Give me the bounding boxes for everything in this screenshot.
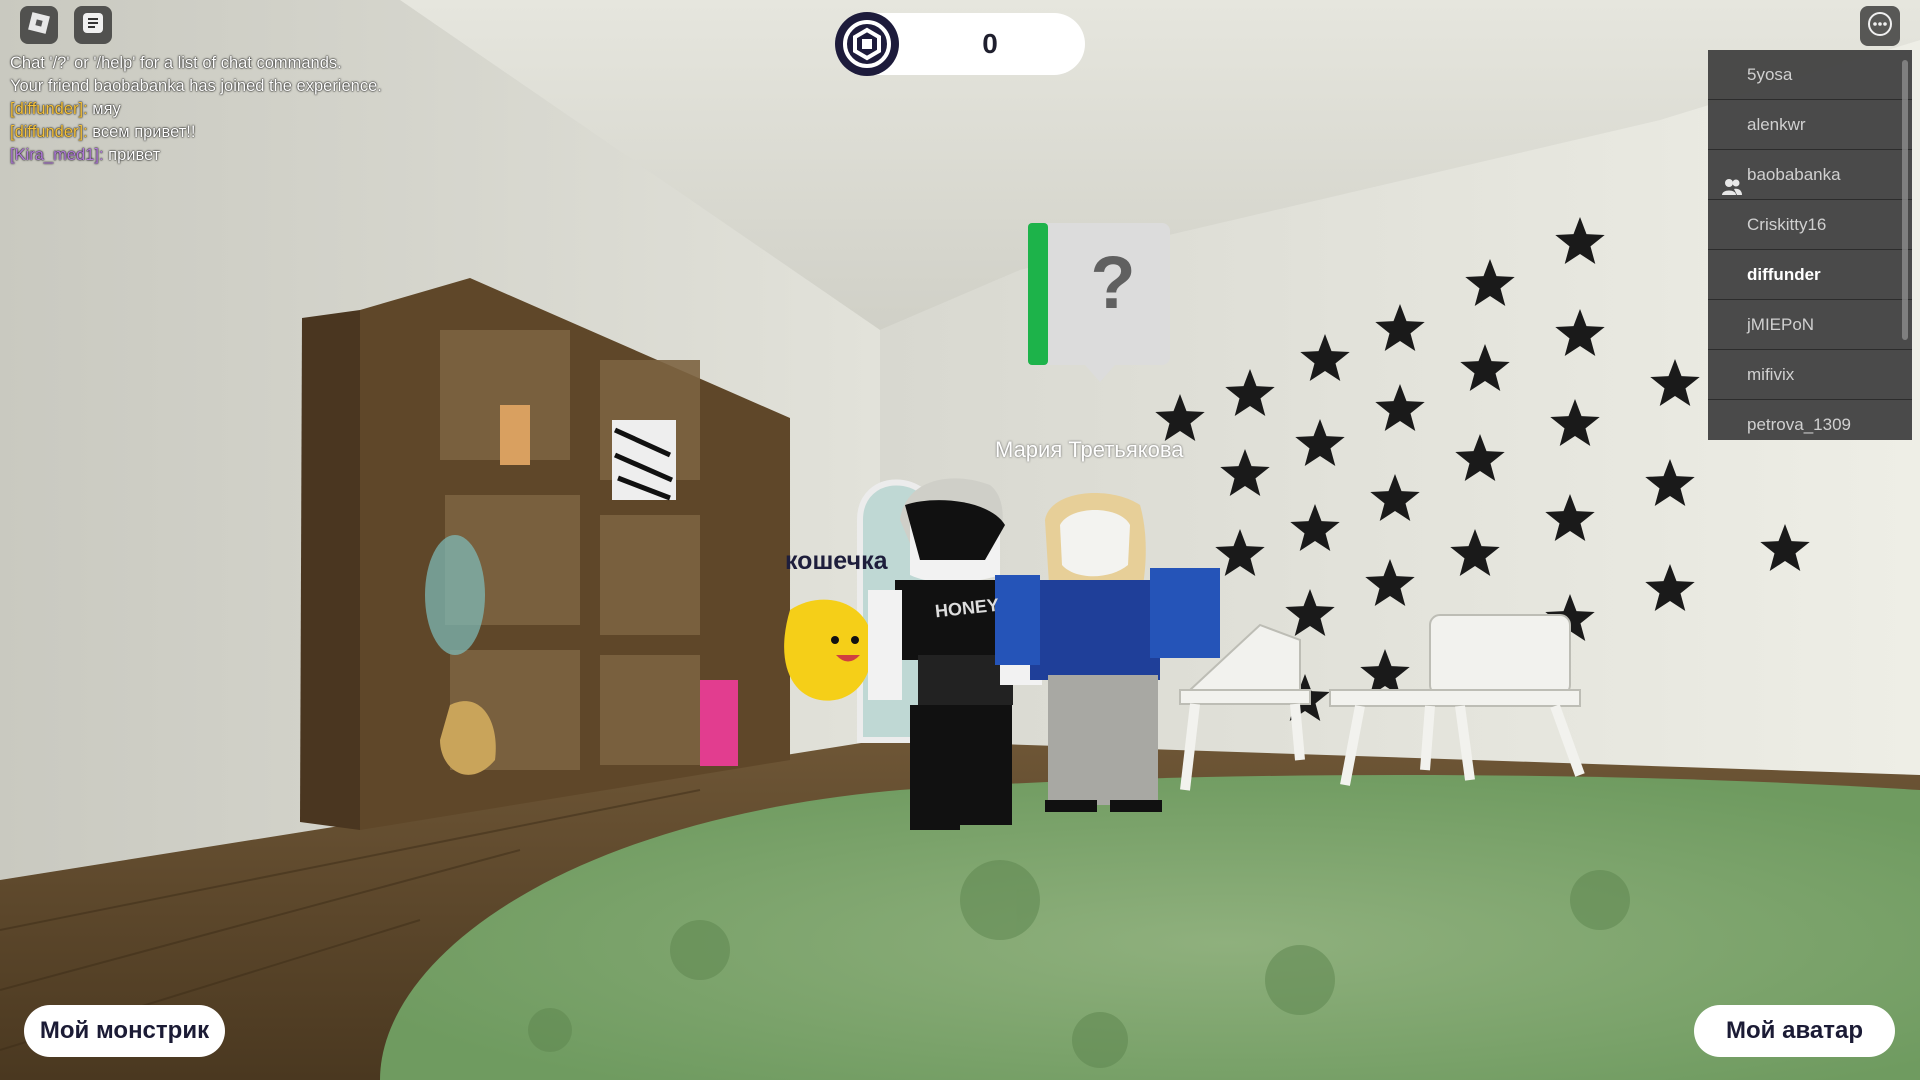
chat-text: привет <box>108 146 161 164</box>
chat-icon <box>80 10 106 40</box>
roblox-menu-button[interactable] <box>20 6 58 44</box>
player-row[interactable]: jMIEPoN <box>1708 300 1912 350</box>
player-name: petrova_1309 <box>1747 415 1851 434</box>
chat-text: мяу <box>92 100 121 118</box>
chat-text: всем привет!! <box>92 123 196 141</box>
player-name: diffunder <box>1747 265 1821 284</box>
player-row[interactable]: Criskitty16 <box>1708 200 1912 250</box>
chat-username[interactable]: [Kira_med1]: <box>10 146 104 164</box>
player-row[interactable]: baobabanka <box>1708 150 1912 200</box>
chat-system-line: Your friend baobabanka has joined the ex… <box>10 77 382 95</box>
nametag-koshechka: кошечка <box>785 547 888 575</box>
player-name: 5yosa <box>1747 65 1793 84</box>
player-list-scrollbar[interactable] <box>1902 60 1908 340</box>
my-monster-button[interactable]: Мой монстрик <box>24 1005 225 1057</box>
chat-toggle-button[interactable] <box>74 6 112 44</box>
more-options-icon <box>1866 10 1894 42</box>
player-name: Criskitty16 <box>1747 215 1827 234</box>
more-options-button[interactable] <box>1860 6 1900 46</box>
player-name: jMIEPoN <box>1747 315 1815 334</box>
currency-display[interactable]: 0 <box>835 12 1085 76</box>
player-row[interactable]: 5yosa <box>1708 50 1912 100</box>
player-list[interactable]: 5yosa alenkwr baobabanka Criskitty16 diffund… <box>1708 50 1912 440</box>
chat-log: Chat '/?' or '/help' for a list of chat … <box>10 52 570 167</box>
player-name: alenkwr <box>1747 115 1806 134</box>
robux-icon <box>835 12 899 76</box>
chat-username[interactable]: [diffunder]: <box>10 100 88 118</box>
roblox-logo-icon <box>26 10 52 40</box>
player-row[interactable]: alenkwr <box>1708 100 1912 150</box>
quest-marker-question-mark: ? <box>1090 241 1136 324</box>
chat-system-line: Chat '/?' or '/help' for a list of chat … <box>10 54 342 72</box>
player-name: mifivix <box>1747 365 1795 384</box>
nametag-maria: Мария Третьякова <box>995 437 1184 462</box>
chat-message: [diffunder]: мяу <box>10 98 570 121</box>
player-row[interactable]: petrova_1309 <box>1708 400 1912 440</box>
my-avatar-button[interactable]: Мой аватар <box>1694 1005 1895 1057</box>
chat-username[interactable]: [diffunder]: <box>10 123 88 141</box>
chat-message: [diffunder]: всем привет!! <box>10 121 570 144</box>
player-row[interactable]: mifivix <box>1708 350 1912 400</box>
currency-amount: 0 <box>982 28 998 59</box>
player-name: baobabanka <box>1747 165 1841 184</box>
chat-message: [Kira_med1]: привет <box>10 144 570 167</box>
player-row[interactable]: diffunder <box>1708 250 1912 300</box>
